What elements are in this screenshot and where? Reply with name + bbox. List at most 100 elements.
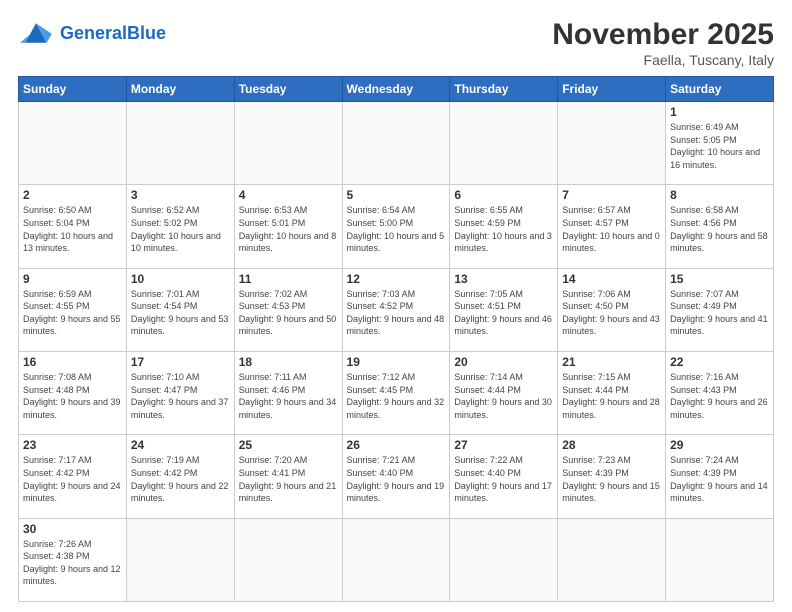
day-num-3-2: 18 [239,355,338,369]
day-info-1-2: Sunrise: 6:53 AM Sunset: 5:01 PM Dayligh… [239,204,338,254]
cell-1-1: 3 Sunrise: 6:52 AM Sunset: 5:02 PM Daylig… [126,185,234,268]
day-info-2-5: Sunrise: 7:06 AM Sunset: 4:50 PM Dayligh… [562,288,661,338]
day-num-1-1: 3 [131,188,230,202]
day-info-4-4: Sunrise: 7:22 AM Sunset: 4:40 PM Dayligh… [454,454,553,504]
week-row-3: 16 Sunrise: 7:08 AM Sunset: 4:48 PM Dayli… [19,351,774,434]
day-num-4-2: 25 [239,438,338,452]
day-num-2-3: 12 [347,272,446,286]
col-wednesday: Wednesday [342,77,450,102]
cell-0-2 [234,102,342,185]
day-info-3-1: Sunrise: 7:10 AM Sunset: 4:47 PM Dayligh… [131,371,230,421]
day-num-1-2: 4 [239,188,338,202]
calendar-table: Sunday Monday Tuesday Wednesday Thursday… [18,76,774,602]
cell-3-1: 17 Sunrise: 7:10 AM Sunset: 4:47 PM Dayli… [126,351,234,434]
col-friday: Friday [558,77,666,102]
day-info-3-4: Sunrise: 7:14 AM Sunset: 4:44 PM Dayligh… [454,371,553,421]
day-num-4-4: 27 [454,438,553,452]
cell-4-5: 28Sunrise: 7:23 AM Sunset: 4:39 PM Dayli… [558,435,666,518]
day-num-5-0: 30 [23,522,122,536]
logo-text: GeneralBlue [60,23,166,44]
cell-0-6: 1Sunrise: 6:49 AM Sunset: 5:05 PM Daylig… [666,102,774,185]
cell-0-4 [450,102,558,185]
cell-1-0: 2 Sunrise: 6:50 AM Sunset: 5:04 PM Daylig… [19,185,127,268]
cell-3-5: 21 Sunrise: 7:15 AM Sunset: 4:44 PM Dayli… [558,351,666,434]
week-row-1: 2 Sunrise: 6:50 AM Sunset: 5:04 PM Daylig… [19,185,774,268]
calendar-header-row: Sunday Monday Tuesday Wednesday Thursday… [19,77,774,102]
cell-0-0 [19,102,127,185]
day-info-1-1: Sunrise: 6:52 AM Sunset: 5:02 PM Dayligh… [131,204,230,254]
day-num-2-2: 11 [239,272,338,286]
logo: GeneralBlue [18,18,166,48]
cell-0-3 [342,102,450,185]
cell-4-0: 23 Sunrise: 7:17 AM Sunset: 4:42 PM Dayli… [19,435,127,518]
day-info-3-6: Sunrise: 7:16 AM Sunset: 4:43 PM Dayligh… [670,371,769,421]
day-info-4-2: Sunrise: 7:20 AM Sunset: 4:41 PM Dayligh… [239,454,338,504]
day-info-4-0: Sunrise: 7:17 AM Sunset: 4:42 PM Dayligh… [23,454,122,504]
cell-3-6: 22 Sunrise: 7:16 AM Sunset: 4:43 PM Dayli… [666,351,774,434]
cell-5-2 [234,518,342,601]
cell-1-5: 7Sunrise: 6:57 AM Sunset: 4:57 PM Daylig… [558,185,666,268]
col-tuesday: Tuesday [234,77,342,102]
day-num-2-1: 10 [131,272,230,286]
day-info-1-6: Sunrise: 6:58 AM Sunset: 4:56 PM Dayligh… [670,204,769,254]
cell-2-0: 9 Sunrise: 6:59 AM Sunset: 4:55 PM Daylig… [19,268,127,351]
location-title: Faella, Tuscany, Italy [552,52,774,68]
day-num-2-0: 9 [23,272,122,286]
cell-1-3: 5 Sunrise: 6:54 AM Sunset: 5:00 PM Daylig… [342,185,450,268]
week-row-4: 23 Sunrise: 7:17 AM Sunset: 4:42 PM Dayli… [19,435,774,518]
logo-icon [18,18,54,48]
day-info-1-0: Sunrise: 6:50 AM Sunset: 5:04 PM Dayligh… [23,204,122,254]
cell-1-6: 8Sunrise: 6:58 AM Sunset: 4:56 PM Daylig… [666,185,774,268]
day-num-3-5: 21 [562,355,661,369]
day-num-1-0: 2 [23,188,122,202]
cell-5-0: 30 Sunrise: 7:26 AM Sunset: 4:38 PM Dayli… [19,518,127,601]
day-info-1-5: Sunrise: 6:57 AM Sunset: 4:57 PM Dayligh… [562,204,661,254]
day-info-2-2: Sunrise: 7:02 AM Sunset: 4:53 PM Dayligh… [239,288,338,338]
cell-3-4: 20 Sunrise: 7:14 AM Sunset: 4:44 PM Dayli… [450,351,558,434]
day-num-3-0: 16 [23,355,122,369]
col-saturday: Saturday [666,77,774,102]
cell-5-6 [666,518,774,601]
day-num-2-5: 14 [562,272,661,286]
day-info-3-0: Sunrise: 7:08 AM Sunset: 4:48 PM Dayligh… [23,371,122,421]
day-num-4-1: 24 [131,438,230,452]
day-info-1-4: Sunrise: 6:55 AM Sunset: 4:59 PM Dayligh… [454,204,553,254]
cell-3-0: 16 Sunrise: 7:08 AM Sunset: 4:48 PM Dayli… [19,351,127,434]
day-num-4-5: 28 [562,438,661,452]
day-num-3-1: 17 [131,355,230,369]
col-monday: Monday [126,77,234,102]
cell-5-1 [126,518,234,601]
day-num-4-3: 26 [347,438,446,452]
day-num-3-3: 19 [347,355,446,369]
day-info-4-1: Sunrise: 7:19 AM Sunset: 4:42 PM Dayligh… [131,454,230,504]
day-num-3-4: 20 [454,355,553,369]
cell-4-2: 25 Sunrise: 7:20 AM Sunset: 4:41 PM Dayli… [234,435,342,518]
day-info-2-3: Sunrise: 7:03 AM Sunset: 4:52 PM Dayligh… [347,288,446,338]
cell-2-1: 10Sunrise: 7:01 AM Sunset: 4:54 PM Dayli… [126,268,234,351]
day-info-0-6: Sunrise: 6:49 AM Sunset: 5:05 PM Dayligh… [670,121,769,171]
week-row-5: 30 Sunrise: 7:26 AM Sunset: 4:38 PM Dayli… [19,518,774,601]
day-info-4-3: Sunrise: 7:21 AM Sunset: 4:40 PM Dayligh… [347,454,446,504]
cell-3-3: 19Sunrise: 7:12 AM Sunset: 4:45 PM Dayli… [342,351,450,434]
cell-5-3 [342,518,450,601]
cell-4-4: 27 Sunrise: 7:22 AM Sunset: 4:40 PM Dayli… [450,435,558,518]
cell-4-3: 26 Sunrise: 7:21 AM Sunset: 4:40 PM Dayli… [342,435,450,518]
day-num-3-6: 22 [670,355,769,369]
day-info-3-5: Sunrise: 7:15 AM Sunset: 4:44 PM Dayligh… [562,371,661,421]
cell-2-5: 14 Sunrise: 7:06 AM Sunset: 4:50 PM Dayli… [558,268,666,351]
day-info-5-0: Sunrise: 7:26 AM Sunset: 4:38 PM Dayligh… [23,538,122,588]
day-info-4-6: Sunrise: 7:24 AM Sunset: 4:39 PM Dayligh… [670,454,769,504]
cell-4-6: 29Sunrise: 7:24 AM Sunset: 4:39 PM Dayli… [666,435,774,518]
day-num-1-3: 5 [347,188,446,202]
day-info-2-0: Sunrise: 6:59 AM Sunset: 4:55 PM Dayligh… [23,288,122,338]
month-title: November 2025 [552,18,774,52]
col-thursday: Thursday [450,77,558,102]
day-num-4-0: 23 [23,438,122,452]
page: GeneralBlue November 2025 Faella, Tuscan… [0,0,792,612]
day-info-1-3: Sunrise: 6:54 AM Sunset: 5:00 PM Dayligh… [347,204,446,254]
title-block: November 2025 Faella, Tuscany, Italy [552,18,774,68]
week-row-0: 1Sunrise: 6:49 AM Sunset: 5:05 PM Daylig… [19,102,774,185]
cell-2-6: 15Sunrise: 7:07 AM Sunset: 4:49 PM Dayli… [666,268,774,351]
logo-blue: Blue [127,23,166,43]
day-num-2-4: 13 [454,272,553,286]
